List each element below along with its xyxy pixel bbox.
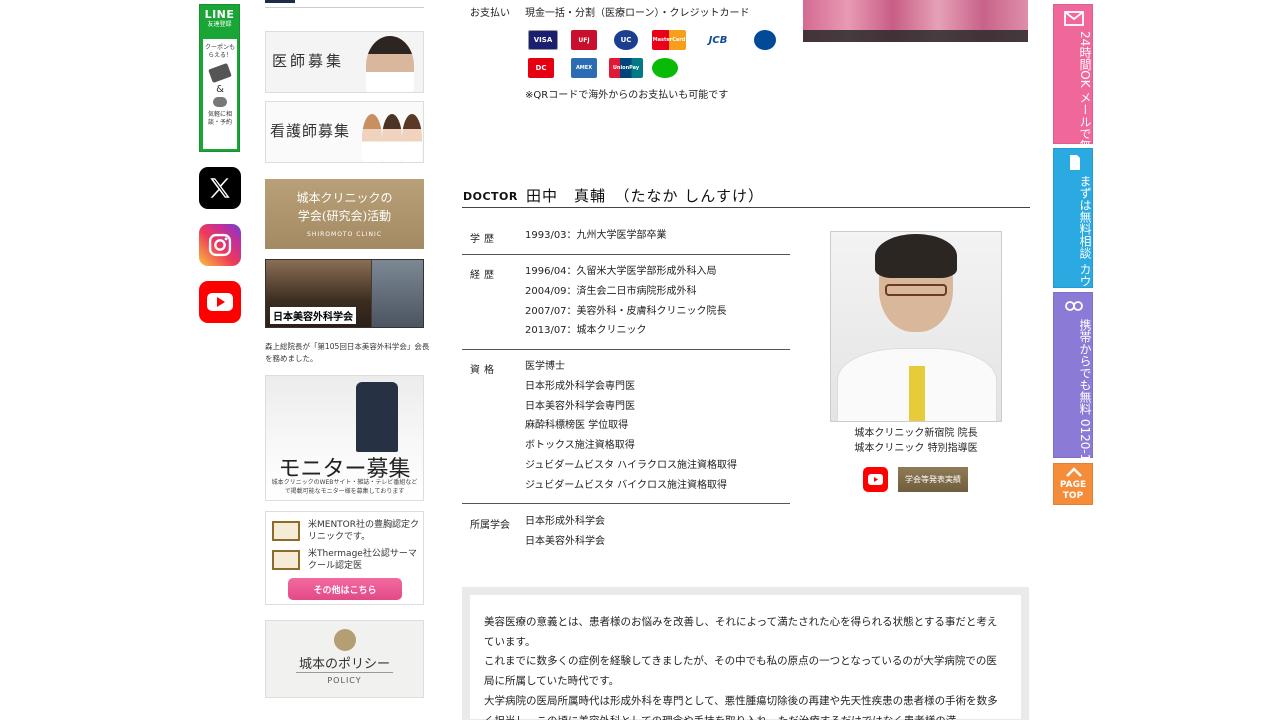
line-consult-text: 気軽に相談・予約 <box>207 111 232 126</box>
society-activity-banner[interactable]: 城本クリニックの 学会(研究会)活動 SHIROMOTO CLINIC <box>265 179 424 249</box>
line-amp: & <box>216 84 224 95</box>
pagetop-line2: TOP <box>1062 491 1084 501</box>
profile-value: 日本形成外科学会 日本美容外科学会 <box>525 516 605 547</box>
jsas-banner[interactable]: 日本美容外科学会 <box>265 259 424 328</box>
society-line1: 城本クリニックの <box>296 191 393 205</box>
conference-presentations-button[interactable]: 学会等発表実績 <box>898 467 968 492</box>
cert-mentor: 米MENTOR社の豊胸認定クリニックです。 <box>308 520 420 542</box>
portrait-caption: 城本クリニック新宿院 院長 城本クリニック 特別指導医 <box>830 426 1002 456</box>
profile-key: 所属学会 <box>470 520 510 531</box>
nurse-recruit-banner[interactable]: 看護師募集 <box>265 101 424 163</box>
uc-icon: UC <box>614 30 638 50</box>
ufj-icon: UFJ <box>571 30 597 50</box>
doctor-heading: DOCTOR 田中 真輔 （たなか しんすけ） <box>462 184 1030 208</box>
payment-label: お支払い <box>470 8 510 19</box>
profile-key: 資格 <box>470 365 498 376</box>
caption-line2: 城本クリニック 特別指導医 <box>854 443 978 454</box>
message-paragraph: 美容医療の意義とは、患者様のお悩みを改善し、それによって満たされた心を得られる状… <box>484 616 998 648</box>
x-icon[interactable] <box>199 167 241 209</box>
phone-button[interactable]: 携帯からでも無料 0120-107-929 <box>1053 292 1093 504</box>
profile-row-career: 経歴 1996/04：久留米大学医学部形成外科入局 2004/09：済生会二日市… <box>462 262 790 350</box>
policy-banner[interactable]: 城本のポリシー POLICY <box>265 620 424 698</box>
document-icon <box>1070 155 1080 170</box>
certificate-icon <box>272 550 300 570</box>
instagram-icon[interactable] <box>199 224 241 266</box>
certificate-icon <box>272 521 300 541</box>
certification-banner: 米MENTOR社の豊胸認定クリニックです。 米Thermage社公認サーマクール… <box>265 511 424 605</box>
unionpay-icon: UnionPay <box>609 58 643 78</box>
policy-logo-icon <box>334 629 356 651</box>
chat-bubble-icon <box>213 97 227 107</box>
jsas-label: 日本美容外科学会 <box>270 307 356 324</box>
mail-icon <box>1064 11 1084 26</box>
jcb-icon: JCB <box>700 30 736 50</box>
doctor-recruit-label: 医師募集 <box>272 52 345 70</box>
free-dial-icon <box>1065 301 1083 311</box>
line-inner-panel: クーポンもらえる！ & 気軽に相談・予約 <box>203 39 237 149</box>
staff-photo <box>803 0 1028 42</box>
caption-line1: 城本クリニック新宿院 院長 <box>854 428 978 439</box>
diners-icon <box>754 30 776 50</box>
line-coupon-text: クーポンもらえる！ <box>204 44 235 59</box>
doctor-label: DOCTOR <box>463 190 518 203</box>
policy-sub: POLICY <box>327 676 362 685</box>
profile-key: 経歴 <box>470 270 498 281</box>
doctor-portrait <box>830 231 1002 422</box>
message-paragraph: 大学病院の医局所属時代は形成外科を専門として、悪性腫瘍切除後の再建や先天性疾患の… <box>484 694 998 720</box>
counseling-reserve-button[interactable]: まずは無料相談 カウンセリング予約 <box>1053 148 1093 371</box>
coupon-card-icon <box>208 63 232 83</box>
line-subtitle: 友達登録 <box>207 21 232 28</box>
doctor-name: 田中 真輔 （たなか しんすけ） <box>526 187 764 205</box>
profile-value: 医学博士 日本形成外科学会専門医 日本美容外科学会専門医 麻酔科標榜医 学位取得… <box>525 361 737 491</box>
profile-value: 1993/03：九州大学医学部卒業 <box>525 230 667 241</box>
doctor-photo <box>366 36 414 92</box>
monitor-sub: 城本クリニックのWEBサイト・雑誌・テレビ番組などで掲載可能なモニター様を募集し… <box>271 479 418 495</box>
profile-key: 学歴 <box>470 234 498 245</box>
nurse-photo <box>402 114 422 162</box>
mail-consult-button[interactable]: 24時間OK メールで無料相談 <box>1053 4 1093 187</box>
doctor-message: 美容医療の意義とは、患者様のお悩みを改善し、それによって満たされた心を得られる状… <box>462 587 1029 720</box>
other-button[interactable]: その他はこちら <box>288 578 402 600</box>
line-title: LINE <box>200 5 239 21</box>
monitor-recruit-banner[interactable]: モニター募集 城本クリニックのWEBサイト・雑誌・テレビ番組などで掲載可能なモニ… <box>265 375 424 501</box>
pagetop-line1: PAGE <box>1059 480 1087 490</box>
nurse-photo <box>382 114 402 162</box>
society-line2: 学会(研究会)活動 <box>297 209 392 223</box>
policy-title: 城本のポリシー <box>298 657 390 672</box>
youtube-icon[interactable] <box>863 467 888 492</box>
nurse-recruit-label: 看護師募集 <box>270 122 351 140</box>
page-top-button[interactable]: PAGE TOP <box>1053 463 1093 505</box>
mastercard-icon: MasterCard <box>652 30 686 50</box>
visa-icon: VISA <box>528 30 558 50</box>
chevron-up-icon <box>1066 467 1082 477</box>
profile-row-qualification: 資格 医学博士 日本形成外科学会専門医 日本美容外科学会専門医 麻酔科標榜医 学… <box>462 357 790 504</box>
profile-value: 1996/04：久留米大学医学部形成外科入局 2004/09：済生会二日市病院形… <box>525 266 727 337</box>
payment-value: 現金一括・分割（医療ローン）・クレジットカード <box>525 8 750 19</box>
top-divider <box>265 0 424 8</box>
jsas-caption: 森上総院長が「第105回日本美容外科学会」会長を務めました。 <box>265 342 430 363</box>
policy-divider <box>296 672 393 673</box>
amex-icon: AMEX <box>571 58 597 78</box>
profile-row-societies: 所属学会 日本形成外科学会 日本美容外科学会 <box>462 512 790 556</box>
society-sub: SHIROMOTO CLINIC <box>307 231 382 238</box>
doctor-recruit-banner[interactable]: 医師募集 <box>265 31 424 93</box>
president-photo <box>372 260 423 327</box>
chair-photo <box>356 382 398 452</box>
profile-row-education: 学歴 1993/03：九州大学医学部卒業 <box>462 226 790 255</box>
dc-icon: DC <box>528 58 554 78</box>
cert-thermage: 米Thermage社公認サーマクール認定医 <box>308 549 417 571</box>
youtube-icon[interactable] <box>199 281 241 323</box>
nurse-photo <box>362 114 382 162</box>
wechat-pay-icon <box>652 58 678 78</box>
qr-payment-note: ※QRコードで海外からのお支払いも可能です <box>525 90 729 101</box>
line-friend-banner[interactable]: LINE 友達登録 クーポンもらえる！ & 気軽に相談・予約 <box>199 4 240 152</box>
message-paragraph: これまでに数多くの症例を経験してきましたが、その中でも私の原点の一つとなっている… <box>484 655 997 688</box>
